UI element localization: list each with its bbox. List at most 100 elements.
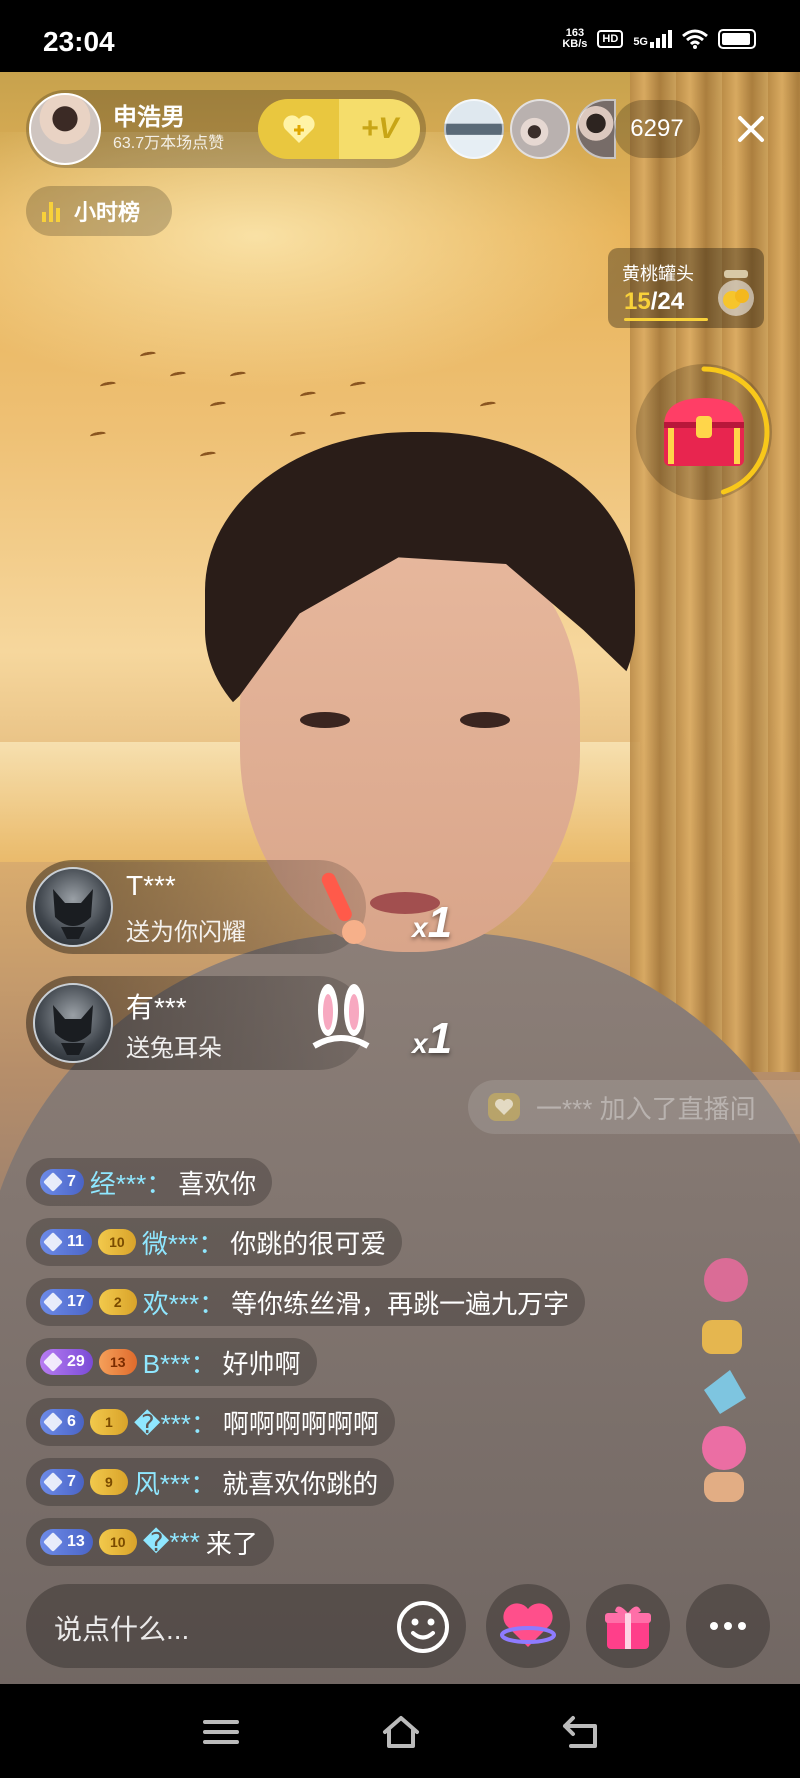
heart-icon [488,1093,520,1121]
user-level-badge: 7 [40,1469,84,1495]
host-avatar[interactable] [29,93,101,165]
hexagon-icon [43,1352,63,1372]
chat-username[interactable]: 微***： [142,1224,224,1261]
user-level-badge: 11 [40,1229,92,1255]
fan-badge: 1 [89,1409,128,1435]
gift-box-icon [605,1606,651,1649]
fan-badge: 2 [98,1289,137,1315]
chat-text: 等你练丝滑，再跳一遍九万字 [231,1288,570,1319]
chat-text: 你跳的很可爱 [230,1228,387,1259]
join-text: 一*** 加入了直播间 [536,1093,756,1124]
hd-badge: HD [597,30,624,48]
back-icon [563,1716,597,1748]
chat-message[interactable]: 7 经***： 喜欢你 [26,1158,273,1206]
gift-action: 送为你闪耀 [126,919,246,946]
emoji-icon[interactable] [394,1598,452,1656]
viewer-avatar[interactable] [444,99,504,159]
status-bar: 23:04 163 KB/s HD 5G [0,0,800,72]
level-number: 11 [67,1233,84,1250]
comment-input[interactable]: 说点什么... [26,1584,466,1668]
chat-message[interactable]: 17 2 欢***： 等你练丝滑，再跳一遍九万字 [26,1278,586,1326]
signal-bars-icon: 5G [633,30,672,48]
chat-message[interactable]: 6 1 �***： 啊啊啊啊啊啊 [26,1398,395,1446]
fan-badge: 10 [97,1229,136,1255]
host-info: 申浩男 63.7万本场点赞 [113,103,243,155]
treasure-chest-button[interactable] [636,364,772,500]
bar-chart-icon [42,200,64,222]
floating-effects [702,1258,748,1502]
viewer-avatar[interactable] [510,99,570,159]
gifter-name: T*** [126,870,176,901]
gift-count: x1 [412,1014,452,1064]
wifi-icon [682,29,708,49]
curtain [630,72,800,1072]
user-level-badge: 29 [40,1349,93,1375]
chat-username[interactable]: 欢***： [143,1284,225,1321]
chat-text: 就喜欢你跳的 [222,1468,379,1499]
level-number: 29 [67,1353,85,1370]
level-number: 7 [67,1473,76,1490]
jar-icon [718,270,754,316]
status-time: 23:04 [43,26,115,57]
gift-count-prefix: x [412,912,428,943]
user-level-badge: 17 [40,1289,93,1315]
back-button[interactable] [556,1710,606,1754]
host-likes: 63.7万本场点赞 [113,135,225,152]
follow-button[interactable]: +V [258,99,420,159]
chat-text: 啊啊啊啊啊啊 [222,1408,379,1439]
close-button[interactable] [728,106,774,152]
chat-message[interactable]: 7 9 风***： 就喜欢你跳的 [26,1458,395,1506]
gifter-name: 有*** [126,992,187,1023]
chat-text: 来了 [205,1528,258,1559]
top-viewers[interactable] [444,99,622,159]
chat-username[interactable]: B***： [143,1344,217,1381]
heart-gift-button[interactable] [486,1584,570,1668]
heart-plus-icon [282,114,316,144]
hourly-rank-label: 小时榜 [74,200,141,225]
hourly-rank-button[interactable]: 小时榜 [26,186,172,236]
net-speed: 163 KB/s [562,28,587,50]
gift-button[interactable] [586,1584,670,1668]
chat-message[interactable]: 13 10 �*** 来了 [26,1518,274,1566]
join-notification: 一*** 加入了直播间 [468,1080,800,1134]
host-card[interactable]: 申浩男 63.7万本场点赞 +V [26,90,426,168]
task-underline [624,318,708,321]
home-icon [383,1716,419,1748]
more-button[interactable] [686,1584,770,1668]
diamond-icon [43,1292,63,1312]
home-button[interactable] [376,1710,426,1754]
gift-count: x1 [412,898,452,948]
chat-username[interactable]: �*** [143,1527,200,1558]
fan-badge: 10 [98,1529,137,1555]
net-speed-unit: KB/s [562,38,588,50]
fan-badge: 13 [98,1349,137,1375]
chat-username[interactable]: �***： [134,1404,217,1441]
diamond-icon [43,1532,63,1552]
more-icon [710,1622,746,1630]
bunny-ears-icon [312,984,370,1049]
chat-message[interactable]: 29 13 B***： 好帅啊 [26,1338,317,1386]
close-icon [738,116,764,142]
gifter-avatar[interactable] [33,983,113,1063]
recent-apps-button[interactable] [196,1710,246,1754]
viewer-count[interactable]: 6297 [614,100,700,158]
viewer-avatar[interactable] [576,99,616,159]
gift-count-prefix: x [412,1028,428,1059]
chat-username[interactable]: 经***： [90,1164,172,1201]
chat-message[interactable]: 11 10 微***： 你跳的很可爱 [26,1218,403,1266]
fan-badge: 9 [89,1469,128,1495]
chat-text: 好帅啊 [222,1348,301,1379]
fan-club-button[interactable] [258,99,339,159]
task-card[interactable]: 黄桃罐头 15/24 [608,248,764,328]
user-level-badge: 6 [40,1409,84,1435]
battery-icon [718,29,756,49]
task-title: 黄桃罐头 [622,264,694,284]
level-number: 13 [67,1533,85,1550]
gifter-avatar[interactable] [33,867,113,947]
chat-username[interactable]: 风***： [134,1464,216,1501]
follow-v-button[interactable]: +V [339,99,420,159]
chat-text: 喜欢你 [178,1168,257,1199]
diamond-icon [43,1412,63,1432]
level-number: 6 [67,1413,76,1430]
task-current: 15 [624,288,651,315]
